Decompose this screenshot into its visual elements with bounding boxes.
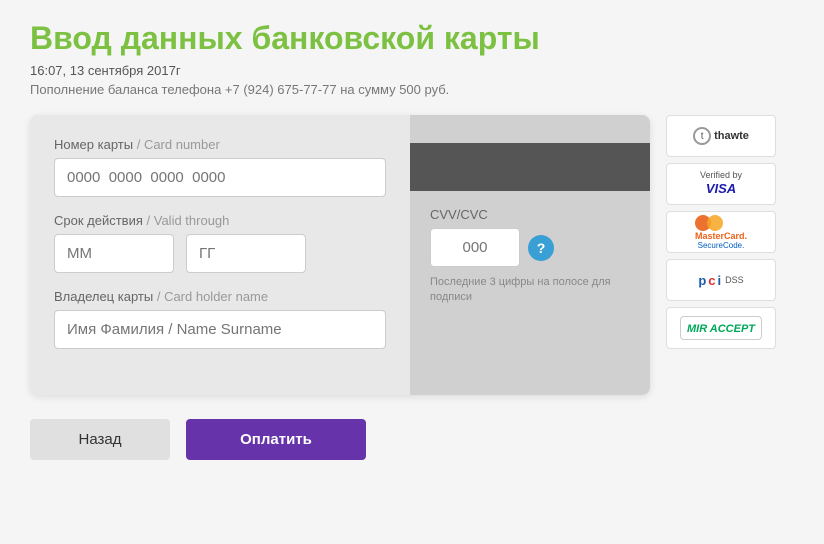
- card-number-input[interactable]: [54, 158, 386, 197]
- valid-through-label-ru: Срок действия: [54, 213, 143, 228]
- card-number-label-en: / Card number: [137, 137, 220, 152]
- mastercard-content: MasterCard. SecureCode.: [695, 215, 747, 250]
- thawte-badge: t thawte: [666, 115, 776, 157]
- visa-label: VISA: [706, 181, 736, 196]
- pci-content: p c i DSS: [698, 273, 743, 288]
- verified-visa-badge: Verified by VISA: [666, 163, 776, 205]
- verified-visa-content: Verified by VISA: [700, 170, 742, 198]
- cvv-row: ?: [430, 228, 630, 267]
- thawte-label: thawte: [714, 130, 749, 142]
- card-front: Номер карты / Card number Срок действия …: [30, 115, 410, 395]
- description: Пополнение баланса телефона +7 (924) 675…: [30, 82, 794, 97]
- card-back-content: CVV/CVC ? Последние 3 цифры на полосе дл…: [410, 191, 650, 322]
- mir-label: MIR ACCEPT: [687, 323, 755, 335]
- card-holder-input[interactable]: [54, 310, 386, 349]
- cvv-label: CVV/CVC: [430, 207, 630, 222]
- card-number-label: Номер карты / Card number: [54, 137, 386, 152]
- pci-i: i: [718, 273, 722, 288]
- card-magnetic-stripe: [410, 143, 650, 191]
- card-holder-label-en: / Card holder name: [157, 289, 268, 304]
- pci-c: c: [708, 273, 715, 288]
- valid-through-inputs: [54, 234, 386, 273]
- mc-circle-yellow: [707, 215, 723, 231]
- valid-through-label-en: / Valid through: [147, 213, 230, 228]
- thawte-icon: t: [693, 127, 711, 145]
- card-holder-label: Владелец карты / Card holder name: [54, 289, 386, 304]
- main-content: Номер карты / Card number Срок действия …: [30, 115, 794, 395]
- page-title: Ввод данных банковской карты: [30, 20, 794, 57]
- mastercard-circles: [695, 215, 747, 231]
- pci-p: p: [698, 273, 706, 288]
- cvv-hint: Последние 3 цифры на полосе для подписи: [430, 275, 630, 306]
- valid-through-section: Срок действия / Valid through: [54, 213, 386, 273]
- back-button[interactable]: Назад: [30, 419, 170, 460]
- mir-content: MIR ACCEPT: [680, 316, 762, 340]
- mir-badge: MIR ACCEPT: [666, 307, 776, 349]
- card-number-section: Номер карты / Card number: [54, 137, 386, 197]
- card-back: CVV/CVC ? Последние 3 цифры на полосе дл…: [410, 115, 650, 395]
- security-badges-panel: t thawte Verified by VISA MasterCard. Se…: [666, 115, 776, 349]
- cvv-input[interactable]: [430, 228, 520, 267]
- cvv-help-button[interactable]: ?: [528, 235, 554, 261]
- mastercard-line2: SecureCode.: [695, 241, 747, 250]
- pci-badge: p c i DSS: [666, 259, 776, 301]
- month-input[interactable]: [54, 234, 174, 273]
- card-holder-section: Владелец карты / Card holder name: [54, 289, 386, 349]
- pay-button[interactable]: Оплатить: [186, 419, 366, 460]
- verified-line1: Verified by: [700, 170, 742, 180]
- datetime: 16:07, 13 сентября 2017г: [30, 63, 794, 78]
- button-row: Назад Оплатить: [30, 419, 794, 460]
- mastercard-badge: MasterCard. SecureCode.: [666, 211, 776, 253]
- card-number-label-ru: Номер карты: [54, 137, 133, 152]
- valid-through-label: Срок действия / Valid through: [54, 213, 386, 228]
- year-input[interactable]: [186, 234, 306, 273]
- dss-label: DSS: [725, 275, 744, 285]
- card-form-wrapper: Номер карты / Card number Срок действия …: [30, 115, 650, 395]
- card-holder-label-ru: Владелец карты: [54, 289, 153, 304]
- pci-logo: p c i DSS: [698, 273, 743, 288]
- mastercard-line1: MasterCard.: [695, 231, 747, 241]
